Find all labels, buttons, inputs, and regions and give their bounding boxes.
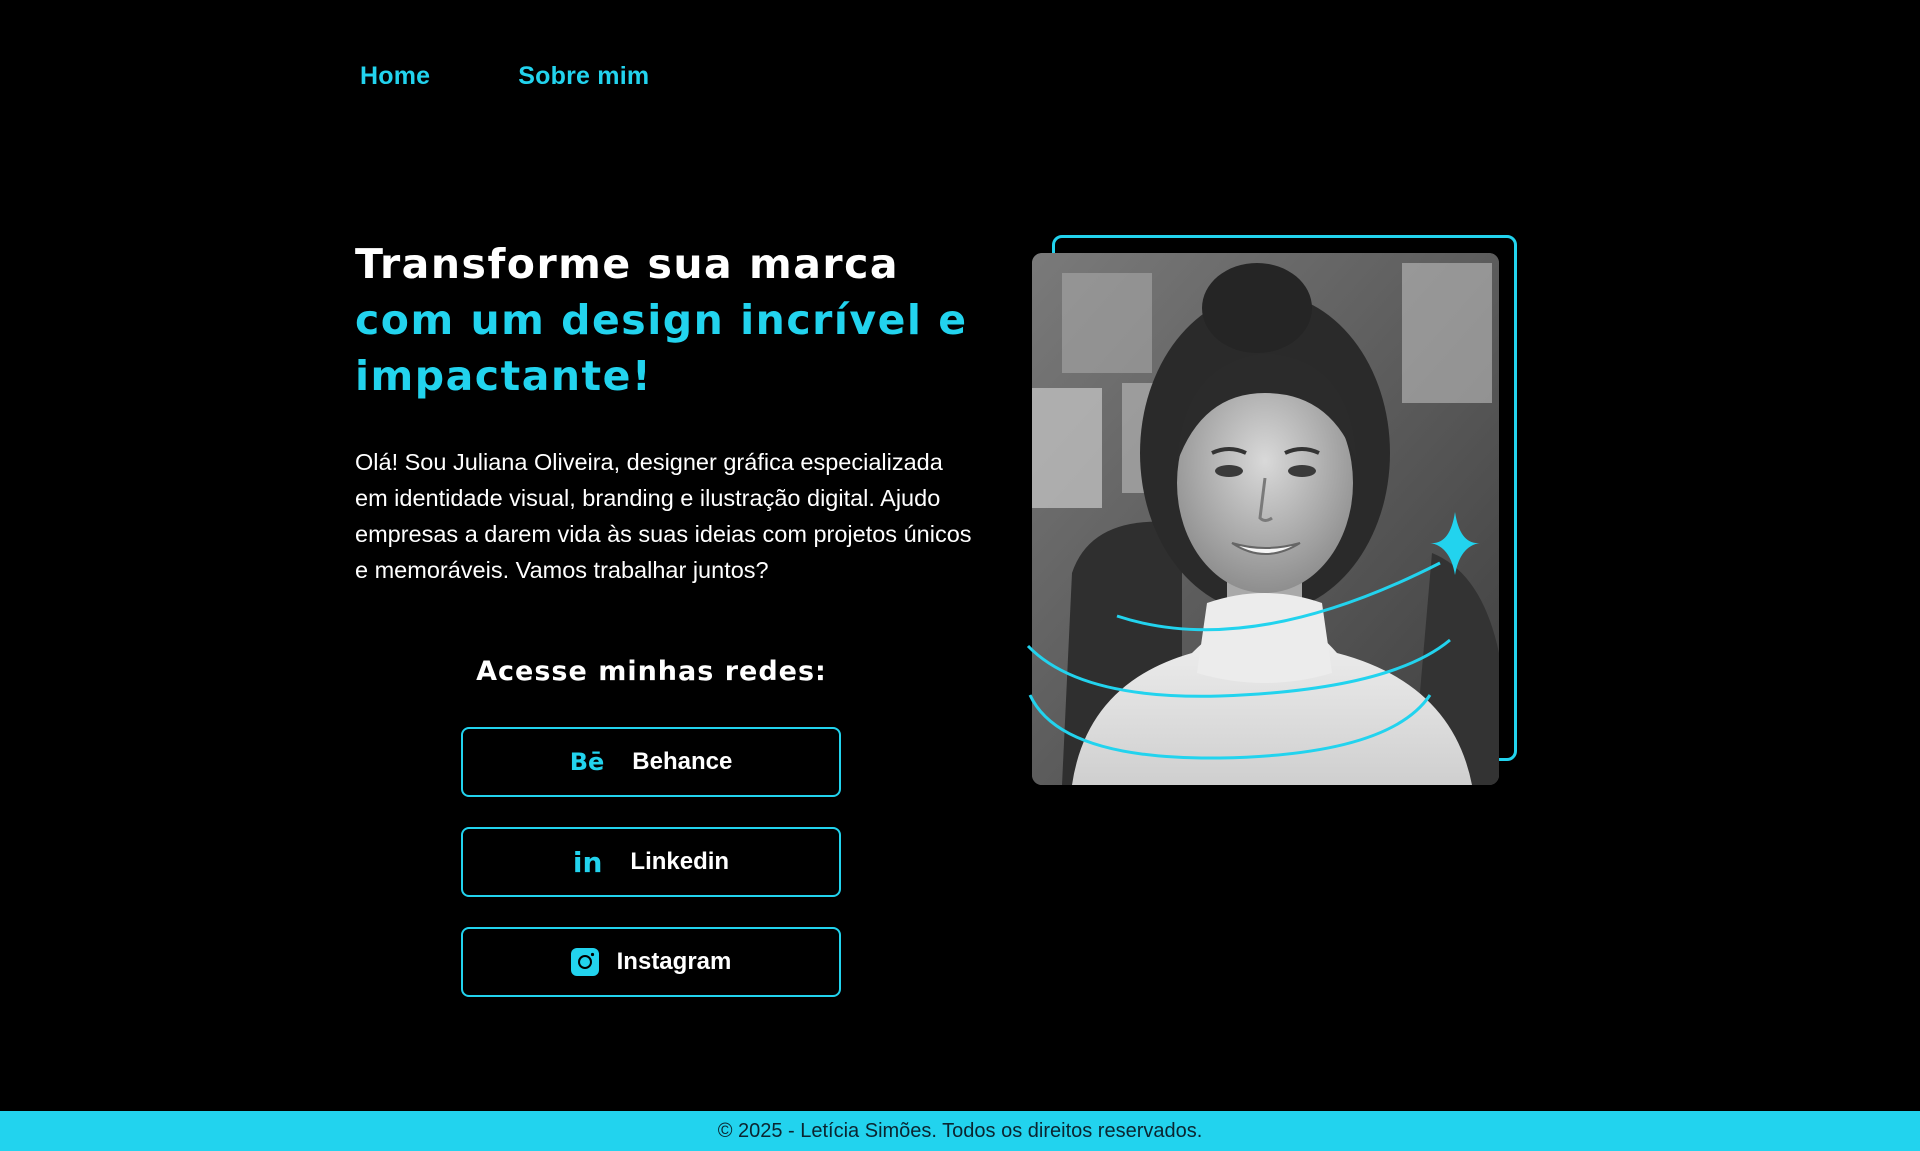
page: Home Sobre mim Transforme sua marca com … xyxy=(0,0,1920,1151)
social-heading: Acesse minhas redes: xyxy=(476,656,827,687)
linkedin-button[interactable]: in Linkedin xyxy=(461,827,841,897)
hero-title-line: Transforme sua marca xyxy=(355,240,900,288)
behance-label: Behance xyxy=(632,748,733,775)
instagram-label: Instagram xyxy=(616,948,732,975)
nav-about-link[interactable]: Sobre mim xyxy=(518,62,649,91)
linkedin-label: Linkedin xyxy=(630,848,730,875)
portrait-photo xyxy=(1032,253,1499,785)
behance-button[interactable]: Bē Behance xyxy=(461,727,841,797)
intro-paragraph: Olá! Sou Juliana Oliveira, designer gráf… xyxy=(355,449,972,583)
nav-home-link[interactable]: Home xyxy=(360,62,430,91)
linkedin-icon: in xyxy=(572,845,603,879)
behance-icon: Bē xyxy=(569,748,605,776)
top-nav: Home Sobre mim xyxy=(360,62,649,91)
footer-copyright: © 2025 - Letícia Simões. Todos os direit… xyxy=(717,1119,1203,1142)
instagram-button[interactable]: Instagram xyxy=(461,927,841,997)
hero-title-accent: com um design incrível e impactante! xyxy=(355,296,968,400)
instagram-icon xyxy=(570,948,599,976)
hero-title: Transforme sua marca com um design incrí… xyxy=(355,236,975,404)
footer: © 2025 - Letícia Simões. Todos os direit… xyxy=(0,1111,1920,1151)
